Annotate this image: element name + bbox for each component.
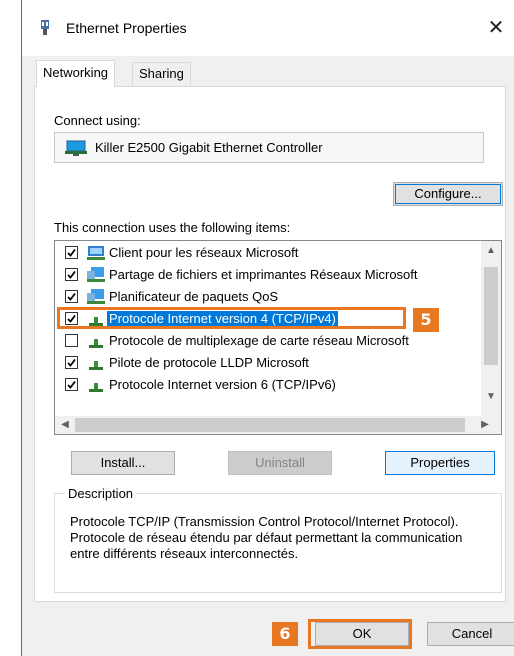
checkbox[interactable] bbox=[65, 334, 78, 347]
protocol-icon bbox=[87, 333, 105, 349]
configure-label: Configure... bbox=[414, 186, 482, 201]
connect-using-label: Connect using: bbox=[54, 113, 141, 128]
properties-button[interactable]: Properties bbox=[385, 451, 495, 475]
list-item[interactable]: Pilote de protocole LLDP Microsoft bbox=[55, 352, 480, 374]
description-text: Protocole TCP/IP (Transmission Control P… bbox=[70, 514, 463, 561]
network-card-icon bbox=[65, 140, 87, 159]
network-adapter-icon bbox=[39, 20, 51, 36]
list-item[interactable]: Client pour les réseaux Microsoft bbox=[55, 242, 480, 264]
horizontal-scrollbar[interactable]: ◀ ▶ bbox=[55, 416, 501, 434]
checkbox[interactable] bbox=[65, 290, 78, 303]
scroll-thumb[interactable] bbox=[484, 267, 498, 365]
configure-button[interactable]: Configure... bbox=[393, 182, 503, 206]
list-item-label: Partage de fichiers et imprimantes Résea… bbox=[109, 267, 418, 282]
window-title: Ethernet Properties bbox=[66, 20, 187, 36]
description-group: Description Protocole TCP/IP (Transmissi… bbox=[54, 486, 502, 593]
checkbox[interactable] bbox=[65, 246, 78, 259]
list-item[interactable]: Protocole Internet version 6 (TCP/IPv6) bbox=[55, 374, 480, 396]
scroll-down-icon[interactable]: ▼ bbox=[481, 391, 501, 402]
tab-sharing[interactable]: Sharing bbox=[132, 62, 191, 85]
protocol-icon bbox=[87, 355, 105, 371]
list-item-label: Pilote de protocole LLDP Microsoft bbox=[109, 355, 309, 370]
adapter-name: Killer E2500 Gigabit Ethernet Controller bbox=[95, 140, 323, 155]
vertical-scrollbar[interactable]: ▲ ▼ bbox=[481, 241, 501, 416]
network-service-icon bbox=[87, 289, 105, 305]
cancel-button[interactable]: Cancel bbox=[427, 622, 514, 646]
protocol-icon bbox=[87, 377, 105, 393]
scroll-left-icon[interactable]: ◀ bbox=[55, 419, 75, 430]
uninstall-button[interactable]: Uninstall bbox=[228, 451, 332, 475]
install-button[interactable]: Install... bbox=[71, 451, 175, 475]
list-item[interactable]: Planificateur de paquets QoS bbox=[55, 286, 480, 308]
step-5-highlight bbox=[57, 307, 406, 329]
list-item[interactable]: Partage de fichiers et imprimantes Résea… bbox=[55, 264, 480, 286]
network-service-icon bbox=[87, 267, 105, 283]
network-client-icon bbox=[87, 245, 105, 261]
ok-button[interactable]: OK bbox=[315, 622, 409, 646]
list-item[interactable]: Protocole de multiplexage de carte résea… bbox=[55, 330, 480, 352]
networking-panel: Connect using: Killer E2500 Gigabit Ethe… bbox=[34, 86, 506, 602]
list-item-label: Protocole de multiplexage de carte résea… bbox=[109, 333, 409, 348]
list-item-label: Protocole Internet version 6 (TCP/IPv6) bbox=[109, 377, 336, 392]
tab-networking[interactable]: Networking bbox=[36, 60, 116, 87]
items-label: This connection uses the following items… bbox=[54, 220, 291, 235]
checkbox[interactable] bbox=[65, 356, 78, 369]
step-6-badge: 6 bbox=[272, 622, 298, 646]
items-list[interactable]: Client pour les réseaux Microsoft Partag… bbox=[54, 240, 502, 435]
list-item-label: Client pour les réseaux Microsoft bbox=[109, 245, 299, 260]
close-icon[interactable]: ✕ bbox=[478, 12, 514, 44]
checkbox[interactable] bbox=[65, 378, 78, 391]
scroll-up-icon[interactable]: ▲ bbox=[481, 245, 501, 256]
scroll-thumb[interactable] bbox=[75, 418, 465, 432]
dialog-window: Ethernet Properties ✕ Networking Sharing… bbox=[21, 0, 514, 656]
scroll-right-icon[interactable]: ▶ bbox=[475, 419, 495, 430]
checkbox[interactable] bbox=[65, 268, 78, 281]
list-item-label: Planificateur de paquets QoS bbox=[109, 289, 279, 304]
title-bar: Ethernet Properties ✕ bbox=[22, 0, 514, 56]
adapter-field: Killer E2500 Gigabit Ethernet Controller bbox=[54, 132, 484, 163]
description-legend: Description bbox=[65, 486, 137, 501]
step-5-badge: 5 bbox=[413, 308, 439, 332]
